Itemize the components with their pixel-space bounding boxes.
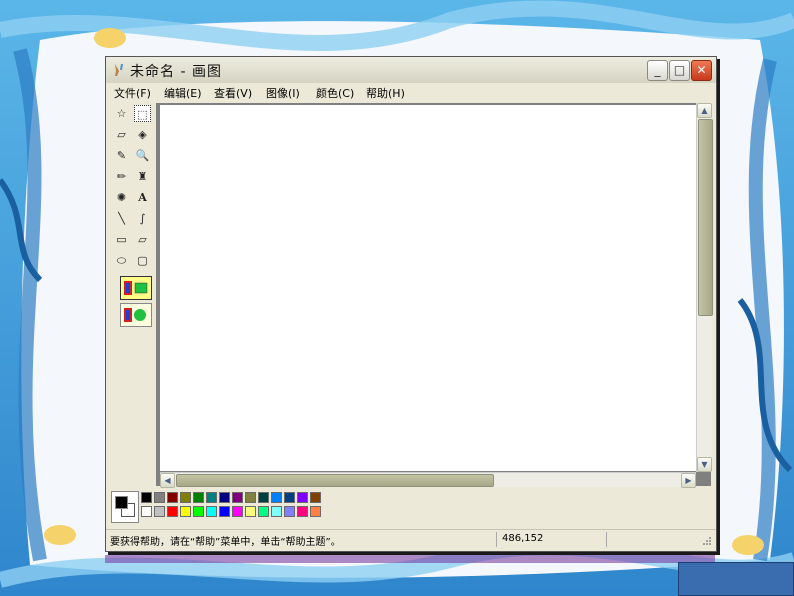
fish-decoration — [732, 535, 764, 555]
color-picker-icon[interactable]: ✎ — [113, 147, 130, 164]
title-bar[interactable]: 未命名 - 画图 _ □ ✕ — [106, 57, 716, 83]
rounded-rect-icon[interactable]: ▢ — [134, 252, 151, 269]
eraser-icon[interactable]: ▱ — [113, 126, 130, 143]
scroll-right-arrow[interactable]: ▶ — [681, 473, 696, 488]
menu-help[interactable]: 帮助(H) — [366, 85, 405, 101]
palette-swatch[interactable] — [297, 492, 308, 503]
palette-swatch[interactable] — [284, 506, 295, 517]
palette-swatch[interactable] — [245, 506, 256, 517]
magnifier-icon[interactable]: 🔍 — [134, 147, 151, 164]
palette-swatch[interactable] — [180, 506, 191, 517]
rectangle-icon[interactable]: ▭ — [113, 231, 130, 248]
palette-swatch[interactable] — [219, 492, 230, 503]
palette-swatch[interactable] — [271, 506, 282, 517]
color-palette — [111, 491, 371, 523]
window-title: 未命名 - 画图 — [130, 64, 222, 80]
palette-swatch[interactable] — [167, 506, 178, 517]
fill-bucket-icon[interactable]: ◈ — [134, 126, 151, 143]
palette-swatch[interactable] — [154, 492, 165, 503]
current-colors[interactable] — [111, 491, 139, 523]
menu-file[interactable]: 文件(F) — [114, 85, 151, 101]
close-button[interactable]: ✕ — [691, 60, 712, 81]
minimize-button[interactable]: _ — [647, 60, 668, 81]
text-tool-icon[interactable]: A — [134, 189, 151, 206]
free-form-select-icon[interactable]: ☆ — [113, 105, 130, 122]
status-bar: 要获得帮助，请在“帮助”菜单中，单击“帮助主题”。 486,152 — [106, 529, 716, 550]
palette-swatch[interactable] — [297, 506, 308, 517]
resize-grip-icon[interactable] — [702, 536, 712, 546]
horizontal-scrollbar[interactable]: ◀ ▶ — [160, 472, 696, 488]
palette-swatch[interactable] — [271, 492, 282, 503]
menu-view[interactable]: 查看(V) — [214, 85, 252, 101]
palette-swatch[interactable] — [245, 492, 256, 503]
status-message: 要获得帮助，请在“帮助”菜单中，单击“帮助主题”。 — [110, 537, 341, 548]
palette-swatch[interactable] — [141, 492, 152, 503]
cursor-coordinates: 486,152 — [502, 533, 544, 544]
opaque-mode-icon — [124, 281, 148, 295]
palette-swatch[interactable] — [310, 506, 321, 517]
palette-swatch[interactable] — [141, 506, 152, 517]
palette-swatch[interactable] — [258, 506, 269, 517]
scroll-up-arrow[interactable]: ▲ — [697, 103, 712, 118]
paint-window: 未命名 - 画图 _ □ ✕ 文件(F) 编辑(E) 查看(V) 图像(I) 颜… — [105, 56, 717, 552]
polygon-icon[interactable]: ▱ — [134, 231, 151, 248]
foreground-color-swatch — [115, 496, 128, 509]
pencil-icon[interactable]: ✏ — [113, 168, 130, 185]
horizontal-scroll-thumb[interactable] — [176, 474, 494, 487]
rect-select-icon[interactable]: ⬚ — [134, 105, 151, 122]
status-divider — [496, 532, 497, 547]
palette-swatch[interactable] — [232, 506, 243, 517]
palette-swatch[interactable] — [180, 492, 191, 503]
opaque-selection-option[interactable] — [120, 276, 152, 300]
paint-app-icon — [115, 64, 123, 76]
brush-icon[interactable]: ♜ — [134, 168, 151, 185]
slide-nav-button[interactable] — [678, 562, 794, 596]
palette-swatch[interactable] — [154, 506, 165, 517]
vertical-scroll-thumb[interactable] — [698, 119, 713, 316]
palette-swatch[interactable] — [310, 492, 321, 503]
palette-swatch[interactable] — [258, 492, 269, 503]
drawing-canvas[interactable] — [160, 105, 696, 471]
status-divider — [606, 532, 607, 547]
menu-edit[interactable]: 编辑(E) — [164, 85, 202, 101]
palette-swatch[interactable] — [167, 492, 178, 503]
fish-decoration — [44, 525, 76, 545]
palette-swatch[interactable] — [206, 506, 217, 517]
vertical-scrollbar[interactable]: ▲ ▼ — [696, 103, 713, 472]
scroll-down-arrow[interactable]: ▼ — [697, 457, 712, 472]
maximize-button[interactable]: □ — [669, 60, 690, 81]
toolbox: ☆ ⬚ ▱ ◈ ✎ 🔍 ✏ ♜ ✺ A ╲ ∫ ▭ ▱ ⬭ ▢ — [111, 103, 153, 478]
menu-image[interactable]: 图像(I) — [266, 85, 300, 101]
palette-swatch[interactable] — [193, 506, 204, 517]
palette-swatch[interactable] — [193, 492, 204, 503]
fish-decoration — [94, 28, 126, 48]
scroll-left-arrow[interactable]: ◀ — [160, 473, 175, 488]
menu-bar: 文件(F) 编辑(E) 查看(V) 图像(I) 颜色(C) 帮助(H) — [106, 83, 716, 101]
menu-colors[interactable]: 颜色(C) — [316, 85, 354, 101]
curve-icon[interactable]: ∫ — [134, 210, 151, 227]
palette-swatch[interactable] — [206, 492, 217, 503]
airbrush-icon[interactable]: ✺ — [113, 189, 130, 206]
ellipse-icon[interactable]: ⬭ — [113, 252, 130, 269]
line-icon[interactable]: ╲ — [113, 210, 130, 227]
palette-swatch[interactable] — [232, 492, 243, 503]
palette-swatch[interactable] — [219, 506, 230, 517]
palette-swatch[interactable] — [284, 492, 295, 503]
transparent-mode-icon — [124, 308, 146, 322]
transparent-selection-option[interactable] — [120, 303, 152, 327]
